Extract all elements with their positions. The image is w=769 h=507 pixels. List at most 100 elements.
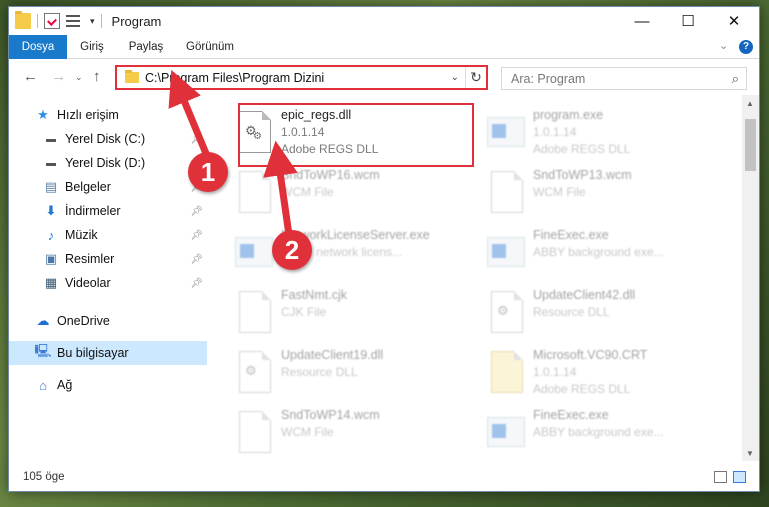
back-arrow-icon[interactable]: ←	[23, 68, 38, 85]
minimize-button[interactable]: —	[619, 7, 665, 35]
scrollbar-thumb[interactable]	[745, 119, 756, 171]
folder-icon	[125, 70, 139, 83]
file-item[interactable]: Microsoft.VC90.CRT 1.0.1.14 Adobe REGS DLL	[483, 347, 723, 403]
network-icon: ⌂	[39, 377, 47, 393]
file-name: UpdateClient19.dll	[281, 348, 384, 362]
music-icon: ♪	[47, 227, 55, 243]
file-item[interactable]: ⚙ UpdateClient19.dll Resource DLL	[231, 347, 471, 403]
status-bar: 105 öge	[9, 462, 759, 491]
file-description: Adobe REGS DLL	[533, 382, 631, 396]
file-description: Adobe REGS DLL	[533, 142, 631, 156]
search-icon: ⌕	[731, 71, 739, 86]
file-version: 1.0.1.14	[533, 125, 577, 139]
pin-icon[interactable]: 📌︎	[190, 206, 203, 217]
pin-icon[interactable]: 📌︎	[190, 134, 203, 145]
doc-file-icon	[235, 291, 273, 339]
highlight-box	[238, 103, 474, 167]
file-name: FineExec.exe	[533, 228, 609, 242]
file-item[interactable]: FineExec.exe ABBY background exe...	[483, 227, 723, 283]
file-type: WCM File	[533, 185, 586, 199]
item-count: 105 öge	[23, 471, 65, 483]
sidebar-item-quick-access[interactable]: ★ Hızlı erişim	[9, 103, 207, 127]
navigation-bar: ← → ⌄ ↑ C:\Program Files\Program Dizini …	[9, 60, 759, 94]
sidebar-item-disk-d[interactable]: ▬ Yerel Disk (D:) 📌︎	[9, 151, 207, 175]
sidebar-item-label: Hızlı erişim	[57, 108, 119, 122]
sidebar-item-disk-c[interactable]: ▬ Yerel Disk (C:) 📌︎	[9, 127, 207, 151]
file-name: UpdateClient42.dll	[533, 288, 636, 302]
sidebar-item-music[interactable]: ♪ Müzik 📌︎	[9, 223, 207, 247]
customize-dropdown-icon[interactable]: ▾	[90, 16, 95, 27]
navigation-pane: ★ Hızlı erişim ▬ Yerel Disk (C:) 📌︎ ▬ Ye…	[9, 95, 207, 461]
doc-file-icon	[487, 171, 525, 219]
sidebar-item-label: İndirmeler	[65, 204, 121, 218]
file-item[interactable]: SndToWP13.wcm WCM File	[483, 167, 723, 223]
properties-icon[interactable]	[44, 13, 60, 29]
sidebar-item-documents[interactable]: ▤ Belgeler 📌︎	[9, 175, 207, 199]
file-name: program.exe	[533, 108, 604, 122]
vertical-scrollbar[interactable]: ▲ ▼	[742, 95, 759, 461]
pin-icon[interactable]: 📌︎	[190, 230, 203, 241]
forward-arrow-icon[interactable]: →	[51, 68, 66, 85]
star-icon: ★	[37, 107, 49, 122]
sidebar-item-label: Müzik	[65, 228, 98, 242]
separator	[100, 14, 102, 28]
scroll-down-icon[interactable]: ▼	[746, 449, 754, 458]
sidebar-item-downloads[interactable]: ⬇ İndirmeler 📌︎	[9, 199, 207, 223]
tab-file[interactable]: Dosya	[9, 35, 67, 59]
file-version: 1.0.1.14	[533, 365, 577, 379]
drive-icon: ▬	[46, 157, 56, 169]
recent-locations-icon[interactable]: ⌄	[75, 72, 83, 83]
separator	[37, 14, 38, 28]
title-bar: ▾ Program — ☐ ✕	[9, 7, 759, 35]
pin-icon[interactable]: 📌︎	[190, 278, 203, 289]
doc-file-icon	[235, 171, 273, 219]
file-name: FineExec.exe	[533, 408, 609, 422]
sidebar-item-onedrive[interactable]: ☁ OneDrive	[9, 309, 207, 333]
quick-access-toolbar: ▾ Program	[9, 7, 161, 35]
videos-icon: ▦	[44, 275, 58, 290]
scroll-up-icon[interactable]: ▲	[746, 99, 754, 108]
tab-home[interactable]: Giriş	[69, 35, 115, 59]
sidebar-item-network[interactable]: ⌂ Ağ	[9, 373, 207, 397]
tab-share[interactable]: Paylaş	[121, 35, 171, 59]
close-button[interactable]: ✕	[711, 7, 757, 35]
large-icons-view-icon[interactable]	[733, 471, 746, 483]
pin-icon[interactable]: 📌︎	[190, 254, 203, 265]
explorer-window: ▾ Program — ☐ ✕ Dosya Giriş Paylaş Görün…	[8, 6, 760, 492]
search-placeholder: Ara: Program	[511, 71, 586, 86]
sidebar-item-label: Yerel Disk (D:)	[65, 156, 146, 170]
file-type: WCM File	[281, 425, 334, 439]
file-item[interactable]: FineExec.exe ABBY background exe...	[483, 407, 723, 463]
sidebar-item-pictures[interactable]: ▣ Resimler 📌︎	[9, 247, 207, 271]
refresh-icon[interactable]: ↻	[466, 69, 486, 86]
sidebar-item-this-pc[interactable]: 🖳︎ Bu bilgisayar	[9, 341, 207, 365]
maximize-button[interactable]: ☐	[665, 7, 711, 35]
folder-icon[interactable]	[15, 11, 31, 29]
details-view-icon[interactable]	[714, 471, 727, 483]
address-path[interactable]: C:\Program Files\Program Dizini	[145, 71, 445, 85]
step-badge-2: 2	[272, 230, 312, 270]
sidebar-item-label: Resimler	[65, 252, 115, 266]
file-name: Microsoft.VC90.CRT	[533, 348, 648, 362]
view-icon[interactable]	[66, 13, 84, 29]
sidebar-item-label: Belgeler	[65, 180, 111, 194]
file-item[interactable]: SndToWP14.wcm WCM File	[231, 407, 471, 463]
file-item[interactable]: FastNmt.cjk CJK File	[231, 287, 471, 343]
help-icon[interactable]: ?	[739, 40, 753, 54]
documents-icon: ▤	[44, 179, 58, 194]
address-bar[interactable]: C:\Program Files\Program Dizini ⌄ ↻	[115, 65, 488, 90]
address-dropdown-icon[interactable]: ⌄	[445, 67, 466, 88]
expand-ribbon-icon[interactable]: ⌄	[719, 39, 728, 52]
tab-view[interactable]: Görünüm	[179, 35, 241, 59]
search-input[interactable]: Ara: Program ⌕	[501, 67, 747, 90]
file-type: CJK File	[281, 305, 327, 319]
up-arrow-icon[interactable]: ↑	[93, 68, 101, 85]
pictures-icon: ▣	[44, 251, 58, 266]
file-name: SndToWP16.wcm	[281, 168, 380, 182]
file-item[interactable]: ⚙ UpdateClient42.dll Resource DLL	[483, 287, 723, 343]
file-item[interactable]: NetworkLicenseServer.exe ABBY network lic…	[231, 227, 471, 283]
file-type: WCM File	[281, 185, 334, 199]
file-item[interactable]: program.exe 1.0.1.14 Adobe REGS DLL	[483, 107, 723, 163]
sidebar-item-videos[interactable]: ▦ Videolar 📌︎	[9, 271, 207, 295]
file-item[interactable]: SndToWP16.wcm WCM File	[231, 167, 471, 223]
